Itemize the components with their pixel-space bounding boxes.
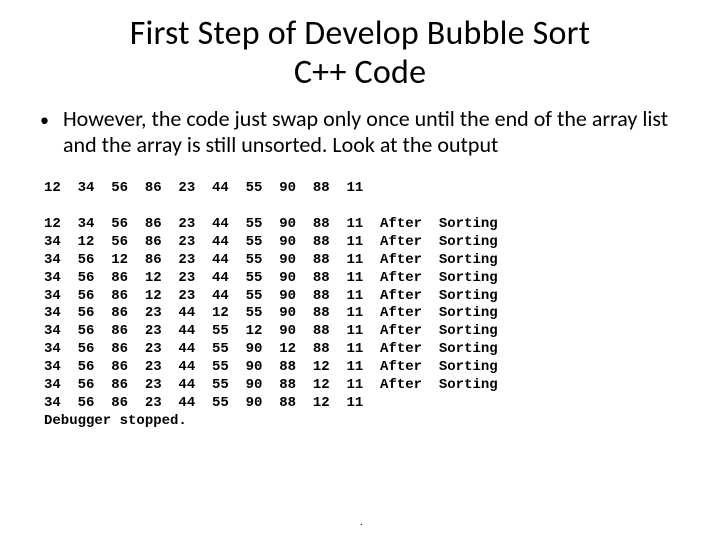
console-output: 12 34 56 86 23 44 55 90 88 11 12 34 56 8…: [44, 180, 690, 431]
slide-title: First Step of Develop Bubble Sort C++ Co…: [60, 14, 660, 92]
footer-mark: .: [360, 515, 363, 528]
slide: First Step of Develop Bubble Sort C++ Co…: [0, 0, 720, 540]
bullet-dot-icon: •: [40, 108, 49, 132]
bullet-text: However, the code just swap only once un…: [63, 106, 690, 158]
title-line-2: C++ Code: [294, 52, 426, 93]
title-line-1: First Step of Develop Bubble Sort: [130, 13, 591, 54]
bullet-item: • However, the code just swap only once …: [40, 106, 690, 158]
slide-body: • However, the code just swap only once …: [40, 106, 690, 158]
